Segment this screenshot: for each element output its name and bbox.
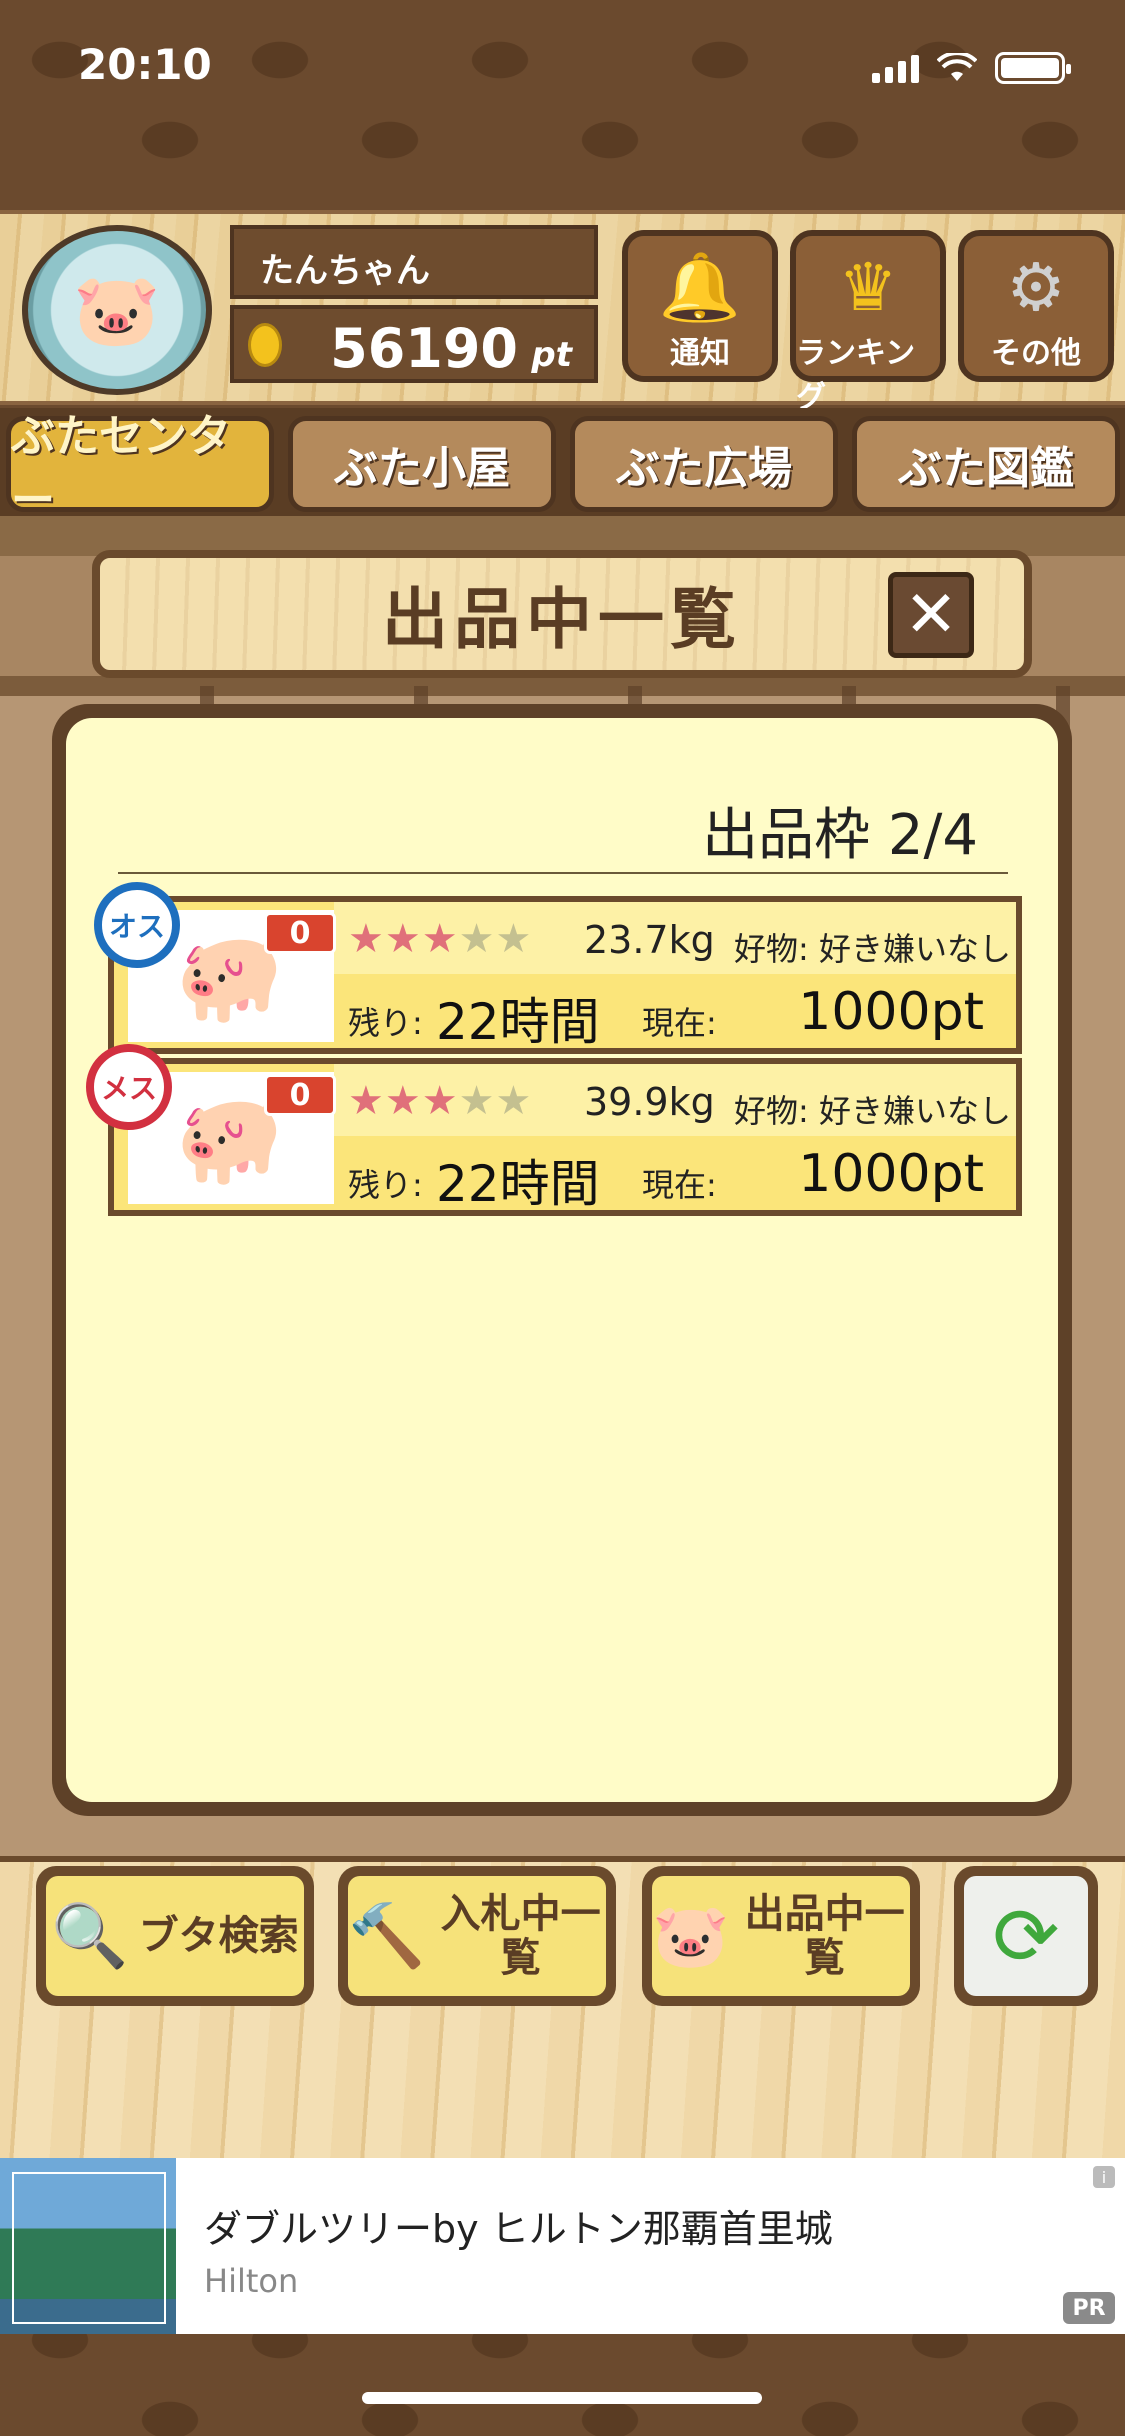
user-name: たんちゃん bbox=[230, 225, 598, 299]
status-icons bbox=[872, 52, 1071, 84]
current-price-label: 現在: bbox=[642, 1004, 717, 1042]
listing-list-button[interactable]: 🐷 出品中一覧 bbox=[642, 1866, 920, 2006]
tab-buta-hiroba[interactable]: ぶた広場 bbox=[570, 416, 838, 512]
notification-label: 通知 bbox=[670, 336, 730, 371]
ad-advertiser: Hilton bbox=[204, 2262, 299, 2300]
pig-favorite: 好物: 好き嫌いなし bbox=[734, 930, 1011, 968]
bidding-list-button[interactable]: 🔨 入札中一覧 bbox=[338, 1866, 616, 2006]
refresh-button[interactable]: ⟳ bbox=[954, 1866, 1098, 2006]
rank-badge-icon[interactable]: 🐷 bbox=[22, 225, 212, 395]
magnifier-icon: 🔍 bbox=[51, 1899, 129, 1972]
close-button[interactable]: ✕ bbox=[888, 572, 974, 658]
bid-count-badge: 0 bbox=[264, 1074, 336, 1116]
pig-weight: 39.9kg bbox=[584, 1080, 715, 1124]
listing-list-label: 出品中一覧 bbox=[744, 1891, 905, 1981]
other-label: その他 bbox=[991, 336, 1081, 371]
other-button[interactable]: ⚙ その他 bbox=[958, 230, 1114, 382]
remaining-label: 残り: bbox=[348, 1166, 423, 1204]
cellular-signal-icon bbox=[872, 53, 919, 83]
listing-card[interactable]: 🐖 0 ★★★★★ 39.9kg 好物: 好き嫌いなし 残り: 22時間 現在:… bbox=[108, 1058, 1022, 1216]
rating-stars: ★★★★★ bbox=[348, 1078, 533, 1124]
female-icon: メス bbox=[86, 1044, 172, 1130]
pig-favorite: 好物: 好き嫌いなし bbox=[734, 1092, 1011, 1130]
ranking-button[interactable]: ♛ ランキング bbox=[790, 230, 946, 415]
rating-stars: ★★★★★ bbox=[348, 916, 533, 962]
bell-icon: 🔔 bbox=[658, 249, 742, 326]
coin-icon bbox=[248, 323, 282, 367]
current-price: 1000pt bbox=[798, 982, 984, 1042]
status-bar: 20:10 bbox=[0, 0, 1125, 140]
ad-image[interactable] bbox=[0, 2158, 176, 2334]
pig-search-button[interactable]: 🔍 ブタ検索 bbox=[36, 1866, 314, 2006]
battery-icon bbox=[995, 52, 1071, 84]
notification-button[interactable]: 🔔 通知 bbox=[622, 230, 778, 382]
listing-panel: 出品枠 2/4 🐖 0 ★★★★★ 23.7kg 好物: 好き嫌いなし 残り: … bbox=[52, 704, 1072, 1816]
ranking-label: ランキング bbox=[796, 336, 916, 415]
home-indicator[interactable] bbox=[362, 2392, 762, 2404]
refresh-icon: ⟳ bbox=[992, 1889, 1060, 1983]
current-price-label: 現在: bbox=[642, 1166, 717, 1204]
listing-card[interactable]: 🐖 0 ★★★★★ 23.7kg 好物: 好き嫌いなし 残り: 22時間 現在:… bbox=[108, 896, 1022, 1054]
remaining-time: 22時間 bbox=[436, 1155, 600, 1213]
close-icon: ✕ bbox=[904, 578, 958, 652]
divider bbox=[118, 872, 1008, 874]
remaining-label: 残り: bbox=[348, 1004, 423, 1042]
gavel-icon: 🔨 bbox=[348, 1899, 426, 1972]
bid-count-badge: 0 bbox=[264, 912, 336, 954]
male-icon: オス bbox=[94, 882, 180, 968]
pig-weight: 23.7kg bbox=[584, 918, 715, 962]
points-display: 56190 pt bbox=[230, 305, 598, 383]
ad-title[interactable]: ダブルツリーby ヒルトン那覇首里城 bbox=[204, 2198, 833, 2253]
pig-search-label: ブタ検索 bbox=[138, 1913, 299, 1959]
ad-banner[interactable]: ダブルツリーby ヒルトン那覇首里城 Hilton i PR bbox=[0, 2158, 1125, 2334]
tab-buta-center[interactable]: ぶたセンター bbox=[6, 411, 274, 526]
crown-icon: ♛ bbox=[838, 249, 898, 326]
gear-icon: ⚙ bbox=[1006, 249, 1066, 326]
remaining-time: 22時間 bbox=[436, 993, 600, 1051]
wifi-icon bbox=[937, 53, 977, 81]
pig-icon: 🐷 bbox=[652, 1899, 730, 1972]
tab-buta-koya[interactable]: ぶた小屋 bbox=[288, 416, 556, 512]
listing-slots: 出品枠 2/4 bbox=[702, 803, 978, 868]
ad-pr-badge: PR bbox=[1063, 2292, 1115, 2324]
current-price: 1000pt bbox=[798, 1144, 984, 1204]
points-unit: pt bbox=[531, 335, 572, 375]
points-value: 56190 bbox=[330, 317, 518, 380]
status-time: 20:10 bbox=[78, 40, 212, 89]
tab-buta-zukan[interactable]: ぶた図鑑 bbox=[852, 416, 1120, 512]
ad-info-icon[interactable]: i bbox=[1093, 2166, 1115, 2188]
bidding-list-label: 入札中一覧 bbox=[440, 1891, 601, 1981]
main-tabs: ぶたセンター ぶた小屋 ぶた広場 ぶた図鑑 bbox=[0, 408, 1125, 526]
